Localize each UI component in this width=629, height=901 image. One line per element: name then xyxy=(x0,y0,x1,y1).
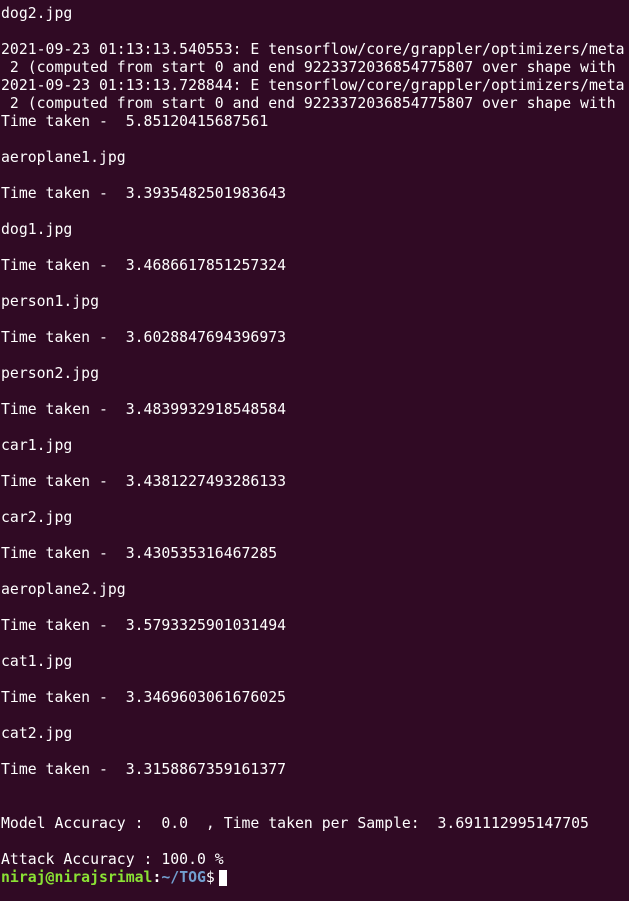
output-line: dog2.jpg xyxy=(1,5,73,22)
output-line: cat2.jpg xyxy=(1,725,73,742)
output-line: car2.jpg xyxy=(1,509,73,526)
output-line: 2021-09-23 01:13:13.728844: E tensorflow… xyxy=(1,77,625,94)
prompt-path: ~/TOG xyxy=(161,869,206,886)
shell-prompt[interactable]: niraj@nirajsrimal: ~/TOG $ xyxy=(1,869,629,887)
output-line: Time taken - 3.430535316467285 xyxy=(1,545,278,562)
output-line: Time taken - 5.85120415687561 xyxy=(1,113,269,130)
output-line: 2021-09-23 01:13:13.540553: E tensorflow… xyxy=(1,41,625,58)
output-line: Time taken - 3.3158867359161377 xyxy=(1,761,287,778)
output-line: person2.jpg xyxy=(1,365,99,382)
text-cursor[interactable] xyxy=(218,870,227,886)
output-line: person1.jpg xyxy=(1,293,99,310)
output-line: aeroplane2.jpg xyxy=(1,581,126,598)
output-line: dog1.jpg xyxy=(1,221,73,238)
prompt-dollar: $ xyxy=(205,869,215,886)
output-line: Time taken - 3.5793325901031494 xyxy=(1,617,287,634)
output-line: Time taken - 3.3935482501983643 xyxy=(1,185,287,202)
output-line: Model Accuracy : 0.0 , Time taken per Sa… xyxy=(1,815,589,832)
terminal-window[interactable]: dog2.jpg 2021-09-23 01:13:13.540553: E t… xyxy=(0,0,629,901)
output-line: Time taken - 3.4686617851257324 xyxy=(1,257,287,274)
output-line: Time taken - 3.6028847694396973 xyxy=(1,329,287,346)
prompt-user-host: niraj@nirajsrimal xyxy=(1,869,153,886)
output-line: 2 (computed from start 0 and end 9223372… xyxy=(1,95,616,112)
output-line: car1.jpg xyxy=(1,437,73,454)
output-line: Time taken - 3.4839932918548584 xyxy=(1,401,287,418)
output-line: Attack Accuracy : 100.0 % xyxy=(1,851,224,868)
output-line: 2 (computed from start 0 and end 9223372… xyxy=(1,59,616,76)
output-line: aeroplane1.jpg xyxy=(1,149,126,166)
output-line: Time taken - 3.3469603061676025 xyxy=(1,689,287,706)
prompt-colon: : xyxy=(152,869,162,886)
output-line: cat1.jpg xyxy=(1,653,73,670)
terminal-output: dog2.jpg 2021-09-23 01:13:13.540553: E t… xyxy=(1,5,629,869)
output-line: Time taken - 3.4381227493286133 xyxy=(1,473,287,490)
